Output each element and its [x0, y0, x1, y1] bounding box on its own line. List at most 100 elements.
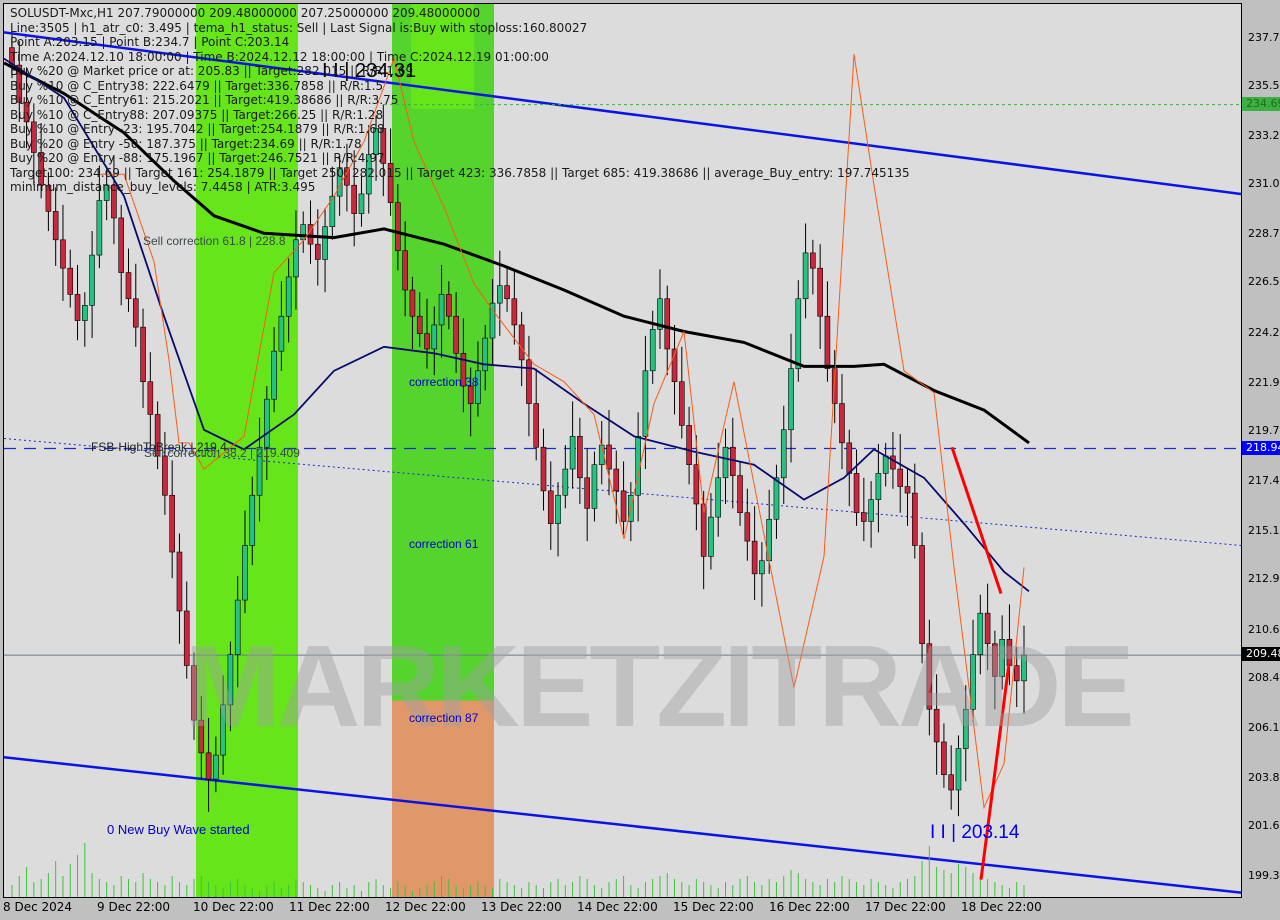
price-tick-label: 208.44	[1248, 670, 1280, 684]
candle-bear	[584, 477, 590, 509]
candle-bull	[708, 516, 714, 557]
candle-bear	[547, 490, 554, 524]
price-tick-label: 235.51	[1248, 78, 1280, 92]
price-tick-label: 215.17	[1248, 524, 1280, 538]
candle-bear	[810, 252, 816, 269]
price-tick-label: 226.53	[1248, 275, 1280, 289]
candle-bear	[824, 315, 831, 369]
candle-bear	[853, 473, 860, 514]
candle-bull	[642, 370, 649, 437]
candle-bull	[649, 329, 656, 372]
candle-bear	[664, 298, 671, 350]
price-marker-badge: 234.69	[1242, 96, 1280, 111]
candle-bear	[693, 464, 700, 505]
candle-bear	[737, 475, 743, 514]
time-tick-label: 14 Dec 22:00	[577, 900, 658, 914]
candle-bull	[489, 302, 496, 339]
watermark-text: MARKETZITRADE	[184, 621, 1135, 751]
chart-window: MARKETZITRADE Sell correction 61.8 | 228…	[0, 0, 1280, 920]
candle-bull	[96, 200, 103, 256]
candle-bear	[620, 490, 627, 522]
candle-bear	[839, 403, 845, 444]
price-tick-label: 210.68	[1248, 622, 1280, 636]
price-tick-label: 219.75	[1248, 423, 1280, 437]
candle-bull	[868, 499, 874, 522]
candle-bear	[911, 492, 918, 546]
candle-bear	[74, 294, 81, 321]
candle-bear	[526, 359, 532, 404]
candle-bull	[773, 477, 780, 520]
candle-bear	[577, 436, 583, 479]
candle-bear	[416, 315, 423, 334]
candle-bull	[882, 455, 889, 474]
candle-bull	[293, 239, 299, 278]
candle-bear	[861, 512, 867, 522]
sell-correction-618-label: Sell correction 61.8 | 228.8	[143, 234, 286, 248]
info-line: Point A:203.15 | Point B:234.7 | Point C…	[10, 35, 290, 49]
price-tick-label: 231.02	[1248, 177, 1280, 191]
candle-bear	[67, 267, 74, 295]
candle-bull	[802, 252, 809, 300]
sell-correction-382-label: Sell correction 38.2 | 219.409	[144, 446, 300, 460]
time-tick-label: 8 Dec 2024	[3, 900, 73, 914]
price-tick-label: 212.92	[1248, 572, 1280, 586]
candle-bear	[846, 442, 853, 474]
price-tick-label: 233.26	[1248, 129, 1280, 143]
price-tick-label: 217.43	[1248, 474, 1280, 488]
candle-bear	[897, 468, 904, 487]
candle-bull	[322, 226, 328, 260]
correction-61-label: correction 61	[409, 537, 479, 551]
candle-bull	[278, 315, 285, 352]
candle-bull	[242, 545, 248, 601]
candle-bull	[438, 294, 445, 326]
candle-bear	[351, 184, 357, 214]
info-line: SOLUSDT-Mxc,H1 207.79000000 209.48000000…	[10, 6, 481, 20]
time-tick-label: 10 Dec 22:00	[193, 900, 274, 914]
candle-bear	[729, 446, 736, 476]
info-line: minimum_distance_buy_levels: 7.4458 | AT…	[10, 180, 316, 194]
candle-bear	[751, 540, 758, 575]
candle-bear	[169, 494, 175, 553]
time-tick-label: 12 Dec 22:00	[385, 900, 466, 914]
candle-bull	[759, 560, 765, 575]
candle-bull	[955, 748, 962, 791]
price-tick-label: 224.29	[1248, 325, 1280, 339]
candle-bull	[722, 446, 729, 479]
info-line: Buy %10 @ C_Entry38: 222.6479 || Target:…	[10, 78, 384, 93]
info-line: Buy %20 @ Entry -50: 187.375 || Target:2…	[10, 136, 362, 151]
plot-area[interactable]: MARKETZITRADE Sell correction 61.8 | 228…	[3, 3, 1242, 898]
candle-bear	[132, 298, 139, 328]
candle-bear	[518, 324, 525, 361]
price-tick-label: 201.65	[1248, 819, 1280, 833]
point-c-label: I I | 203.14	[930, 822, 1020, 843]
candle-bull	[569, 436, 576, 470]
candle-bear	[446, 294, 452, 317]
candle-bear	[402, 250, 408, 291]
candle-bear	[744, 512, 751, 542]
info-line: Buy %10 @ C_Entry61: 215.2021 || Target:…	[10, 93, 399, 107]
price-tick-label: 237.74	[1248, 30, 1280, 44]
candle-bear	[533, 403, 540, 448]
candle-bear	[176, 551, 183, 612]
candle-bear	[453, 315, 459, 354]
new-buy-wave-label: 0 New Buy Wave started	[107, 822, 250, 837]
candle-bull	[788, 368, 794, 431]
time-tick-label: 18 Dec 22:00	[961, 900, 1042, 914]
info-line: Buy %10 @ Entry -23: 195.7042 || Target:…	[10, 122, 385, 136]
candle-bull	[555, 494, 561, 524]
candle-bear	[679, 381, 685, 426]
candle-bear	[606, 444, 612, 470]
candle-bull	[249, 494, 256, 546]
candle-bear	[613, 468, 620, 492]
price-tick-label: 203.89	[1248, 771, 1280, 785]
price-tick-label: 221.99	[1248, 375, 1280, 389]
info-line: Time A:2024.12.10 18:00:00 | Time B:2024…	[10, 49, 549, 64]
candle-bull	[89, 254, 95, 306]
price-marker-badge: 209.48	[1242, 647, 1280, 662]
candle-bear	[162, 455, 168, 496]
candle-bear	[511, 298, 518, 326]
candle-bear	[140, 326, 146, 383]
info-line: Buy %20 @ Entry -88: 175.1967 || Target:…	[10, 151, 385, 165]
candle-bull	[358, 193, 365, 214]
time-tick-label: 17 Dec 22:00	[865, 900, 946, 914]
